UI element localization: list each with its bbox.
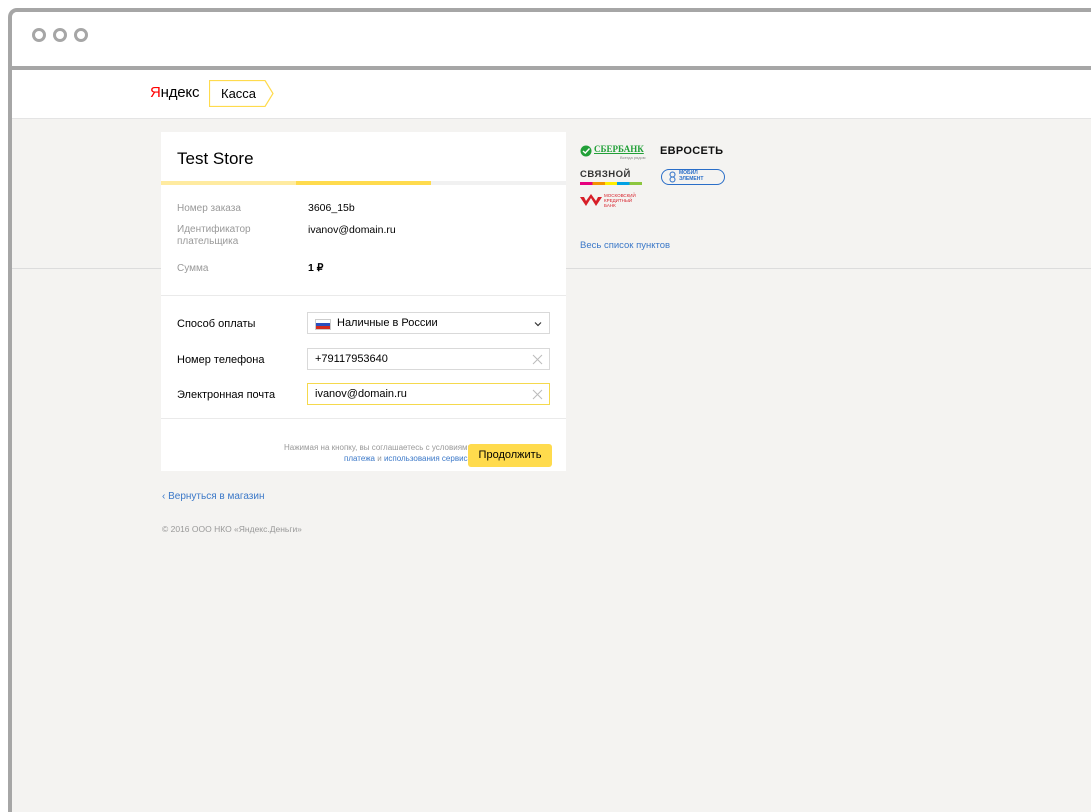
sum-value: 1 ₽ [308, 262, 324, 274]
mobile-element-icon [669, 171, 676, 183]
sum-label: Сумма [177, 263, 209, 274]
browser-window: Яндекс Касса Test Store Номер заказа 360… [8, 8, 1091, 812]
back-to-store-link[interactable]: ‹ Вернуться в магазин [162, 491, 265, 502]
continue-button[interactable]: Продолжить [468, 444, 552, 467]
kassa-label: Касса [221, 86, 257, 101]
mobile-element-name: МОБИЛ ЭЛЕМЕНТ [679, 170, 703, 182]
terms-line: Нажимая на кнопку, вы соглашаетесь с усл… [283, 443, 472, 452]
window-close-dot[interactable] [32, 28, 46, 42]
sberbank-logo[interactable]: СБЕРБАНК Всегда рядом [580, 144, 650, 164]
clear-email-icon[interactable] [532, 389, 543, 400]
payment-method-label: Способ оплаты [177, 318, 256, 330]
email-input[interactable]: ivanov@domain.ru [307, 383, 550, 405]
terms-links: платежа и использования сервиса [247, 453, 472, 464]
payment-method-select[interactable]: Наличные в России [307, 312, 550, 334]
mkb-logo[interactable]: МОСКОВСКИЙ КРЕДИТНЫЙ БАНК [580, 193, 650, 209]
sberbank-name: СБЕРБАНК [594, 144, 644, 154]
order-number-label: Номер заказа [177, 203, 241, 214]
payer-id-label: Идентификатор плательщика [177, 224, 251, 248]
email-label: Электронная почта [177, 389, 276, 401]
euroset-logo[interactable]: ЕВРОСЕТЬ [660, 145, 723, 157]
mkb-name: МОСКОВСКИЙ КРЕДИТНЫЙ БАНК [604, 193, 636, 208]
mobile-element-logo[interactable]: МОБИЛ ЭЛЕМЕНТ [661, 169, 725, 185]
header-bar: Яндекс Касса [12, 70, 1091, 119]
browser-toolbar [12, 12, 1091, 66]
chevron-down-icon [534, 322, 542, 327]
svyaznoy-name: СВЯЗНОЙ [580, 169, 631, 180]
order-number-value: 3606_15b [308, 202, 355, 214]
payer-id-label-line2: плательщика [177, 236, 239, 247]
phone-label: Номер телефона [177, 354, 265, 366]
payer-id-value: ivanov@domain.ru [308, 224, 396, 236]
payment-terms-link[interactable]: платежа [344, 454, 375, 463]
phone-input[interactable]: +79117953640 [307, 348, 550, 370]
payment-method-value: Наличные в России [337, 317, 438, 329]
svyaznoy-stripe [580, 182, 642, 185]
mkb-icon [580, 194, 602, 206]
page-viewport: Яндекс Касса Test Store Номер заказа 360… [12, 70, 1091, 812]
progress-step-2 [296, 181, 431, 185]
progress-step-1 [161, 181, 296, 185]
mobile-element-line2: ЭЛЕМЕНТ [679, 176, 704, 182]
service-terms-link[interactable]: использования сервиса [384, 454, 472, 463]
all-points-link[interactable]: Весь список пунктов [580, 240, 670, 251]
order-form-divider [161, 295, 566, 296]
copyright-text: © 2016 ООО НКО «Яндекс.Деньги» [162, 524, 302, 534]
terms-text: Нажимая на кнопку, вы соглашаетесь с усл… [247, 442, 472, 464]
payer-id-label-line1: Идентификатор [177, 224, 251, 235]
svyaznoy-logo[interactable]: СВЯЗНОЙ [580, 169, 642, 185]
store-title: Test Store [177, 149, 254, 168]
mkb-line3: БАНК [604, 203, 616, 208]
email-value: ivanov@domain.ru [315, 388, 407, 400]
sberbank-icon [580, 145, 592, 157]
window-zoom-dot[interactable] [74, 28, 88, 42]
phone-value: +79117953640 [315, 353, 388, 365]
russia-flag-icon [315, 319, 331, 330]
yandex-logo[interactable]: Яндекс [150, 84, 199, 101]
clear-phone-icon[interactable] [532, 354, 543, 365]
terms-conjunction: и [375, 454, 384, 463]
window-minimize-dot[interactable] [53, 28, 67, 42]
sberbank-tagline: Всегда рядом [620, 155, 646, 160]
form-actions-divider [161, 418, 566, 419]
payment-card: Test Store Номер заказа 3606_15b Идентиф… [161, 132, 566, 471]
